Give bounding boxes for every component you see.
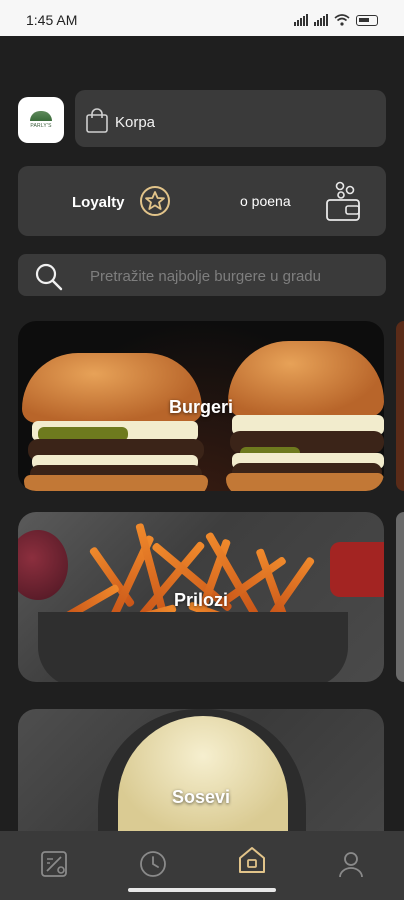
star-circle-icon (140, 186, 170, 216)
menu-map-icon (41, 851, 67, 877)
loyalty-card[interactable]: Loyalty o poena (18, 166, 386, 236)
category-card-prilozi[interactable]: Prilozi (18, 512, 384, 682)
status-icons (294, 12, 378, 26)
category-card-sosevi[interactable]: Sosevi (18, 709, 384, 831)
loyalty-points: o poena (240, 193, 291, 209)
next-card-peek (396, 512, 404, 682)
status-bar: 1:45 AM (0, 0, 404, 36)
cart-label: Korpa (115, 114, 156, 131)
category-title: Prilozi (173, 590, 228, 610)
search-icon (35, 263, 63, 291)
gesture-home-indicator[interactable] (128, 888, 276, 892)
home-icon (239, 847, 265, 873)
wallet-icon (326, 181, 360, 221)
logo-brand-text: PARLY'S (30, 123, 52, 129)
nav-home-button[interactable] (235, 843, 269, 877)
next-card-peek (396, 321, 404, 491)
logo-arc (30, 111, 52, 121)
category-title: Sosevi (171, 787, 231, 807)
nav-profile-button[interactable] (334, 847, 368, 881)
category-title: Burgeri (168, 397, 233, 417)
search-bar[interactable]: Pretražite najbolje burgere u gradu (18, 254, 386, 296)
ketchup-image (330, 542, 384, 597)
cart-button[interactable]: Korpa (75, 90, 386, 147)
basket-image (38, 612, 348, 682)
profile-icon (339, 852, 363, 878)
clock-icon (140, 851, 166, 877)
status-time: 1:45 AM (26, 12, 78, 28)
battery-icon (356, 15, 378, 26)
loyalty-label: Loyalty (72, 194, 125, 211)
wifi-icon (334, 14, 350, 26)
signal-icon (294, 14, 308, 26)
shopping-bag-icon (86, 108, 108, 133)
nav-menu-button[interactable] (37, 847, 71, 881)
nav-history-button[interactable] (136, 847, 170, 881)
search-input[interactable]: Pretražite najbolje burgere u gradu (90, 268, 321, 285)
signal-icon-2 (314, 14, 328, 26)
restaurant-logo[interactable]: PARLY'S (18, 97, 64, 143)
category-card-burgeri[interactable]: Burgeri (18, 321, 384, 491)
